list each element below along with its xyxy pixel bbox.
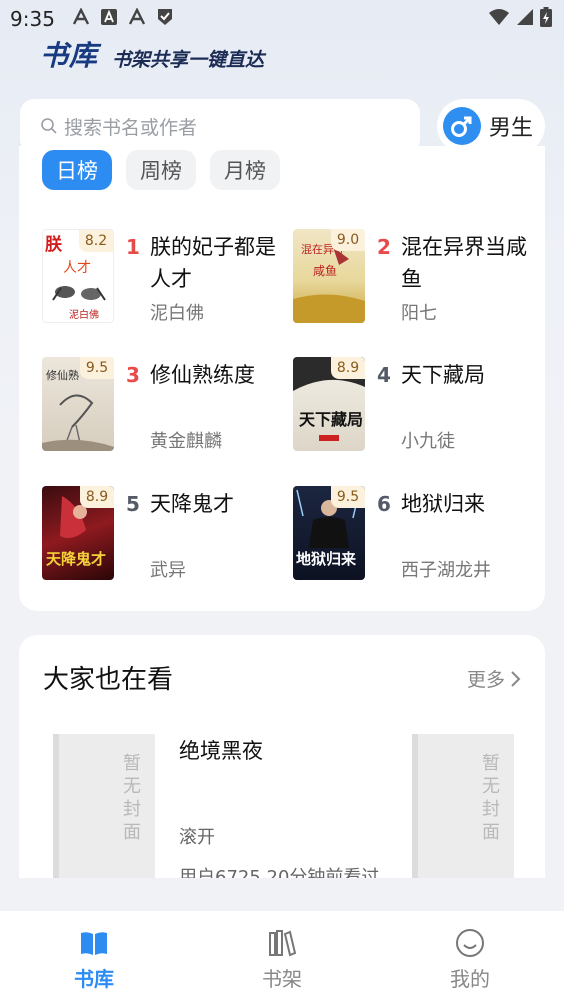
svg-text:地狱归来: 地狱归来 xyxy=(296,550,357,568)
ranking-item[interactable]: 朕 人才 泥白佛 8.2 1 朕的妃子都是人才 泥白佛 xyxy=(42,229,282,325)
score-badge: 8.9 xyxy=(80,486,114,508)
score-badge: 9.0 xyxy=(331,229,365,251)
ranking-card: 日榜 周榜 月榜 朕 人才 泥白佛 8.2 1 朕的妃子都是人才 泥白佛 混在异… xyxy=(19,146,545,611)
nav-library[interactable]: 书库 xyxy=(0,911,188,1004)
score-badge: 9.5 xyxy=(80,357,114,379)
svg-text:修仙熟: 修仙熟 xyxy=(46,368,79,382)
book-cover: 修仙熟 9.5 xyxy=(42,357,114,451)
book-cover: 天下藏局 8.9 xyxy=(293,357,365,451)
book-title: 混在异界当咸鱼 xyxy=(401,235,527,291)
font-a-icon xyxy=(128,8,146,25)
male-icon xyxy=(443,107,481,145)
rank-number: 3 xyxy=(126,363,140,387)
score-badge: 8.9 xyxy=(331,357,365,379)
book-author: 西子湖龙井 xyxy=(401,560,491,581)
nav-label: 书架 xyxy=(262,967,302,991)
battery-charging-icon xyxy=(540,7,552,27)
search-icon xyxy=(41,118,57,134)
placeholder-text: 暂无封面 xyxy=(482,753,500,843)
book-cover: 混在异界 咸鱼 9.0 xyxy=(293,229,365,323)
gender-label: 男生 xyxy=(489,116,534,141)
book-cover-placeholder[interactable]: 暂无封面 xyxy=(412,734,514,878)
font-box-icon xyxy=(101,9,117,25)
score-badge: 9.5 xyxy=(331,486,365,508)
rank-number: 5 xyxy=(126,492,140,516)
svg-text:天降鬼才: 天降鬼才 xyxy=(46,550,106,568)
wifi-icon xyxy=(489,9,509,25)
more-link[interactable]: 更多 xyxy=(467,665,521,692)
book-author: 黄金麒麟 xyxy=(150,431,222,452)
ranking-item[interactable]: 天下藏局 8.9 4 天下藏局 小九徒 xyxy=(293,357,533,453)
book-title: 天降鬼才 xyxy=(150,492,234,516)
score-badge: 8.2 xyxy=(79,230,113,252)
ranking-item[interactable]: 地狱归来 9.5 6 地狱归来 西子湖龙井 xyxy=(293,486,533,582)
status-time: 9:35 xyxy=(10,7,55,31)
book-author: 阳七 xyxy=(401,303,437,324)
book-cover: 地狱归来 9.5 xyxy=(293,486,365,580)
svg-text:人才: 人才 xyxy=(63,260,91,276)
rank-number: 6 xyxy=(377,492,391,516)
shield-check-icon xyxy=(158,9,172,25)
placeholder-text: 暂无封面 xyxy=(123,753,141,843)
tab-weekly[interactable]: 周榜 xyxy=(126,150,196,190)
system-status-icons xyxy=(488,7,552,27)
svg-text:泥白佛: 泥白佛 xyxy=(69,308,99,321)
signal-icon xyxy=(517,9,533,25)
search-placeholder: 搜索书名或作者 xyxy=(64,116,198,139)
book-cover: 天降鬼才 8.9 xyxy=(42,486,114,580)
page-title: 书库 xyxy=(40,39,99,72)
tab-monthly[interactable]: 月榜 xyxy=(210,150,280,190)
bookshelf-icon xyxy=(269,930,297,957)
svg-text:天下藏局: 天下藏局 xyxy=(299,410,363,429)
book-title: 修仙熟练度 xyxy=(150,363,255,387)
ranking-item[interactable]: 混在异界 咸鱼 9.0 2 混在异界当咸鱼 阳七 xyxy=(293,229,533,325)
book-title: 朕的妃子都是人才 xyxy=(150,235,276,291)
chevron-right-icon xyxy=(511,670,521,687)
rank-number: 1 xyxy=(126,235,140,259)
nav-label: 我的 xyxy=(450,967,490,991)
font-a-icon xyxy=(72,8,90,25)
book-author: 滚开 xyxy=(179,827,215,848)
notification-icons xyxy=(72,8,174,26)
section-title: 大家也在看 xyxy=(43,665,174,695)
nav-bookshelf[interactable]: 书架 xyxy=(188,911,376,1004)
status-bar: 9:35 xyxy=(0,0,564,38)
gender-toggle-button[interactable]: 男生 xyxy=(437,99,545,153)
search-input[interactable]: 搜索书名或作者 xyxy=(20,99,420,153)
rank-number: 4 xyxy=(377,363,391,387)
bottom-nav: 书库 书架 我的 xyxy=(0,911,564,1004)
book-author: 泥白佛 xyxy=(150,303,204,324)
ranking-item[interactable]: 修仙熟 9.5 3 修仙熟练度 黄金麒麟 xyxy=(42,357,282,453)
rank-number: 2 xyxy=(377,235,391,259)
nav-profile[interactable]: 我的 xyxy=(376,911,564,1004)
ranking-tabs: 日榜 周榜 月榜 xyxy=(42,150,280,190)
book-cover: 朕 人才 泥白佛 8.2 xyxy=(42,229,114,323)
more-label: 更多 xyxy=(466,669,505,691)
smiley-icon xyxy=(456,929,484,957)
book-cover-placeholder[interactable]: 暂无封面 xyxy=(53,734,155,878)
svg-text:咸鱼: 咸鱼 xyxy=(313,264,337,278)
book-open-icon xyxy=(81,932,107,955)
also-watching-card: 大家也在看 更多 暂无封面 绝境黑夜 滚开 用户6725 20分钟前看过 暂无封… xyxy=(19,635,545,878)
svg-text:朕: 朕 xyxy=(45,234,63,255)
recent-reader-note: 用户6725 20分钟前看过 xyxy=(179,867,380,878)
book-author: 武异 xyxy=(150,560,186,581)
book-title[interactable]: 绝境黑夜 xyxy=(179,735,263,765)
page-slogan: 书架共享一键直达 xyxy=(112,49,265,71)
page-header: 书库 书架共享一键直达 xyxy=(40,39,265,74)
book-author: 小九徒 xyxy=(401,431,455,452)
book-title: 天下藏局 xyxy=(401,363,485,387)
nav-label: 书库 xyxy=(74,967,114,991)
ranking-item[interactable]: 天降鬼才 8.9 5 天降鬼才 武异 xyxy=(42,486,282,582)
book-title: 地狱归来 xyxy=(401,492,485,516)
tab-daily[interactable]: 日榜 xyxy=(42,150,112,190)
